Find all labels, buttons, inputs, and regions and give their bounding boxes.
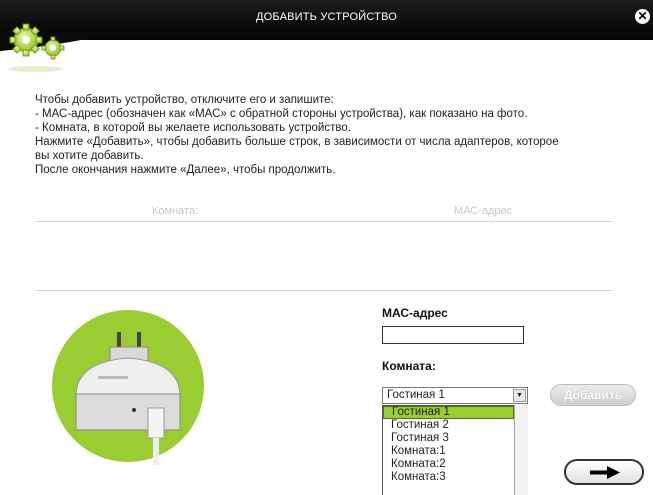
room-option[interactable]: Комната:3 [383,471,514,484]
instruction-line: После окончания нажмите «Далее», чтобы п… [35,164,336,176]
mac-address-input[interactable] [382,326,524,344]
add-button[interactable]: Добавить [550,384,636,406]
column-header-room: Комната: [152,205,199,217]
instruction-line: Нажмите «Добавить», чтобы добавить больш… [35,136,559,148]
room-select[interactable]: Гостиная 1 ▼ [382,387,528,404]
mac-address-label: МАС-адрес [382,306,448,320]
column-header-mac: МАС-адрес [454,205,513,217]
instruction-line: вы хотите добавить. [35,150,144,162]
room-label: Комната: [382,359,436,373]
room-option[interactable]: Гостиная 3 [383,432,514,445]
room-option[interactable]: Комната:2 [383,458,514,471]
instruction-line: Чтобы добавить устройство, отключите его… [35,94,334,106]
window-title: ДОБАВИТЬ УСТРОЙСТВО [255,11,398,23]
table-top-divider [35,221,613,222]
gear-logo-icon [8,23,65,72]
adapter-photo [52,310,204,465]
instructions-text: Чтобы добавить устройство, отключите его… [35,93,635,177]
close-icon[interactable]: ✕ [635,9,650,24]
room-option[interactable]: Гостиная 2 [383,419,514,432]
instruction-line: - МАС-адрес (обозначен как «МАС» с обрат… [35,108,528,120]
instruction-line: - Комната, в которой вы желаете использо… [35,122,351,134]
room-options-list[interactable]: Гостиная 1 Гостиная 2 Гостиная 3 Комната… [382,405,515,495]
room-option[interactable]: Гостиная 1 [383,406,514,419]
room-option[interactable]: Комната:1 [383,445,514,458]
arrow-right-icon [590,466,620,479]
dropdown-scrollbar[interactable] [514,405,528,495]
table-bottom-divider [35,290,613,291]
room-select-value: Гостиная 1 [387,389,445,401]
chevron-down-icon[interactable]: ▼ [513,389,526,402]
next-button[interactable] [564,459,644,485]
